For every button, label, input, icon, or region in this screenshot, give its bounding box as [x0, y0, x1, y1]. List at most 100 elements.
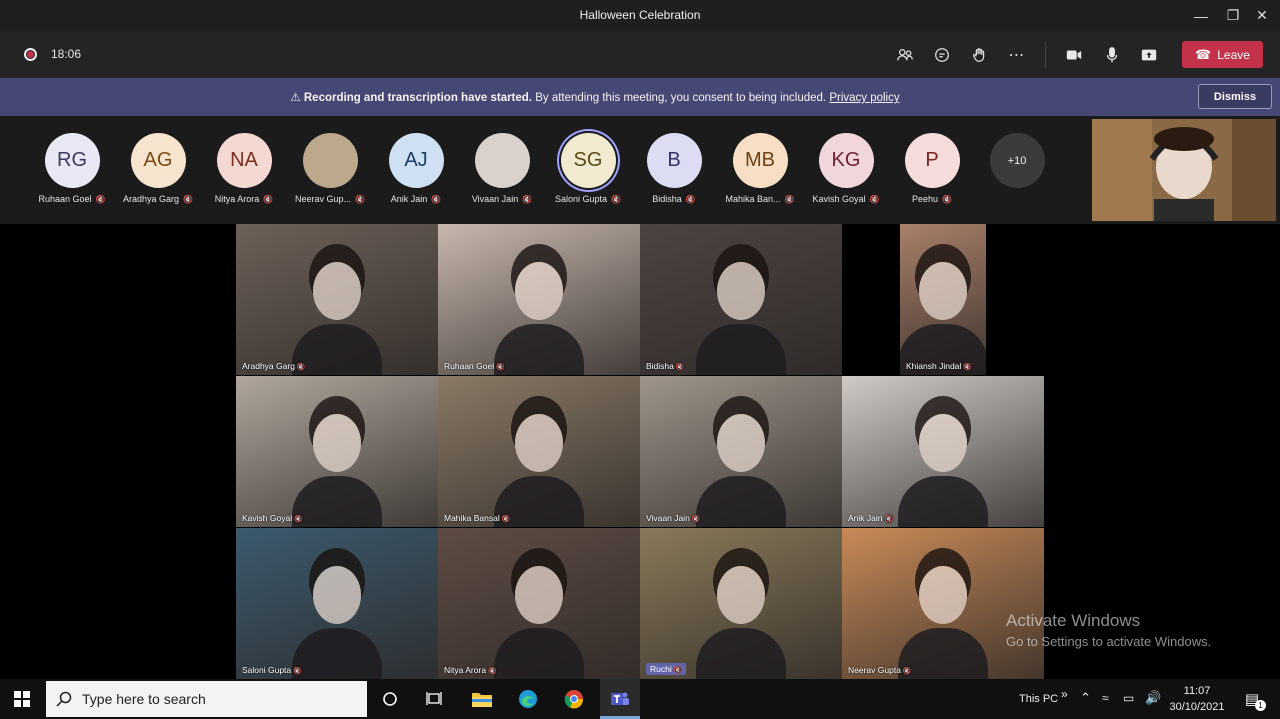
- participant-video-body: [494, 628, 584, 679]
- chat-icon: [935, 48, 949, 62]
- volume-icon[interactable]: 🔊: [1145, 690, 1161, 706]
- mic-muted-icon: 🔇: [355, 195, 365, 204]
- camera-button[interactable]: [1061, 42, 1087, 68]
- taskbar-search-box[interactable]: Type here to search: [46, 681, 367, 717]
- meeting-controls: 18:06 ⋯ ☎ Leave: [0, 31, 1280, 78]
- toolbar-divider: [1045, 42, 1046, 68]
- edge-browser-button[interactable]: [508, 679, 548, 719]
- participant-name: Mahika Ban... 🔇: [710, 194, 810, 204]
- participant-9[interactable]: MB Mahika Ban... 🔇: [710, 133, 810, 204]
- video-tile-name-text: Ruchi: [650, 664, 672, 674]
- video-tile-7[interactable]: Vivaan Jain 🔇: [640, 376, 842, 527]
- participant-name-text: Saloni Gupta: [554, 194, 608, 204]
- participant-name-text: Bidisha: [652, 194, 682, 204]
- video-tile-9[interactable]: Saloni Gupta 🔇: [236, 528, 438, 679]
- video-tile-name: Kavish Goyal 🔇: [242, 513, 303, 523]
- this-pc-toolbar[interactable]: This PC: [1019, 693, 1058, 705]
- participant-video-figure: [313, 262, 361, 320]
- participant-avatar: SG: [560, 133, 616, 188]
- more-participants[interactable]: +10: [967, 133, 1067, 188]
- video-tile-8[interactable]: Anik Jain 🔇: [842, 376, 1044, 527]
- participant-6[interactable]: Vivaan Jain 🔇: [452, 133, 552, 204]
- participant-2[interactable]: AG Aradhya Garg 🔇: [108, 133, 208, 204]
- participant-avatar: AJ: [388, 133, 444, 188]
- task-view-icon: [426, 692, 442, 705]
- participant-video-figure: [515, 566, 563, 624]
- participant-5[interactable]: AJ Anik Jain 🔇: [366, 133, 466, 204]
- participant-1[interactable]: RG Ruhaan Goel 🔇: [22, 133, 122, 204]
- video-tile-4[interactable]: Khiansh Jindal 🔇: [900, 224, 986, 375]
- video-tile-3[interactable]: Bidisha 🔇: [640, 224, 842, 375]
- mic-muted-icon: 🔇: [961, 364, 972, 371]
- mic-muted-icon: 🔇: [522, 195, 533, 204]
- battery-icon[interactable]: ▭: [1123, 691, 1134, 705]
- participant-avatar: P: [904, 133, 960, 188]
- participant-10[interactable]: KG Kavish Goyal 🔇: [796, 133, 896, 204]
- file-explorer-button[interactable]: [462, 679, 502, 719]
- participant-name-text: Vivaan Jain: [471, 194, 519, 204]
- video-tile-5[interactable]: Kavish Goyal 🔇: [236, 376, 438, 527]
- video-tile-10[interactable]: Nitya Arora 🔇: [438, 528, 640, 679]
- participant-photo-avatar: [302, 133, 358, 188]
- video-tile-name-text: Saloni Gupta: [242, 665, 292, 675]
- mic-muted-icon: 🔇: [431, 195, 442, 204]
- show-hidden-icons-chevron-icon[interactable]: ⌃: [1080, 690, 1091, 706]
- mic-muted-icon: 🔇: [95, 195, 106, 204]
- video-tile-name: Mahika Bansal 🔇: [444, 513, 510, 523]
- self-video-preview[interactable]: [1092, 119, 1276, 221]
- participant-name-text: Mahika Ban...: [725, 194, 781, 204]
- video-tile-name: Aradhya Garg 🔇: [242, 361, 306, 371]
- participant-8[interactable]: B Bidisha 🔇: [624, 133, 724, 204]
- participant-7[interactable]: SG Saloni Gupta 🔇: [538, 133, 638, 204]
- reactions-button[interactable]: [967, 42, 993, 68]
- people-icon: [897, 48, 913, 61]
- video-tile-2[interactable]: Ruhaan Goel 🔇: [438, 224, 640, 375]
- participant-name: Neerav Gup... 🔇: [280, 194, 380, 204]
- video-tile-name: Bidisha 🔇: [646, 361, 685, 371]
- more-participants-count[interactable]: +10: [989, 133, 1045, 188]
- close-button[interactable]: ✕: [1244, 0, 1280, 31]
- participant-4[interactable]: Neerav Gup... 🔇: [280, 133, 380, 204]
- teams-meeting-window: Halloween Celebration — ❐ ✕ 18:06 ⋯ ☎ Le…: [0, 0, 1280, 719]
- action-center-button[interactable]: ▤ 1: [1232, 679, 1272, 719]
- video-tile-11[interactable]: Ruchi 🔇: [640, 528, 842, 679]
- start-button[interactable]: [2, 679, 42, 719]
- participant-video-body: [292, 476, 382, 527]
- chrome-browser-button[interactable]: [554, 679, 594, 719]
- video-tile-6[interactable]: Mahika Bansal 🔇: [438, 376, 640, 527]
- taskbar-clock[interactable]: 11:07 30/10/2021: [1168, 683, 1226, 715]
- minimize-button[interactable]: —: [1183, 0, 1219, 31]
- wifi-icon[interactable]: ≈: [1102, 691, 1109, 705]
- participants-button[interactable]: [892, 42, 918, 68]
- window-title: Halloween Celebration: [579, 8, 701, 22]
- video-tile-1[interactable]: Aradhya Garg 🔇: [236, 224, 438, 375]
- video-tile-12[interactable]: Neerav Gupta 🔇: [842, 528, 1044, 679]
- windows-taskbar: Type here to search This PC » ⌃ ≈ ▭ 🔊 11…: [0, 679, 1280, 719]
- mic-muted-icon: 🔇: [685, 195, 696, 204]
- participant-video-body: [696, 476, 786, 527]
- mic-muted-icon: 🔇: [292, 516, 303, 523]
- search-placeholder: Type here to search: [82, 691, 206, 707]
- privacy-policy-link[interactable]: Privacy policy: [829, 92, 899, 104]
- chat-button[interactable]: [929, 42, 955, 68]
- toolbar-expand-icon[interactable]: »: [1061, 687, 1068, 701]
- leave-button[interactable]: ☎ Leave: [1182, 41, 1263, 68]
- teams-app-button[interactable]: [600, 679, 640, 719]
- microphone-button[interactable]: [1099, 42, 1125, 68]
- participant-3[interactable]: NA Nitya Arora 🔇: [194, 133, 294, 204]
- cortana-button[interactable]: [370, 679, 410, 719]
- notification-count: 1: [1255, 700, 1266, 711]
- task-view-button[interactable]: [414, 679, 454, 719]
- dismiss-button[interactable]: Dismiss: [1198, 84, 1272, 109]
- mic-muted-icon: 🔇: [673, 364, 685, 371]
- more-actions-button[interactable]: ⋯: [1004, 42, 1030, 68]
- self-video-image: [1092, 119, 1276, 221]
- mic-muted-icon: 🔇: [671, 667, 683, 674]
- participant-video-body: [696, 628, 786, 679]
- microphone-icon: [1106, 47, 1118, 63]
- teams-icon: [611, 692, 629, 705]
- participant-video-figure: [515, 262, 563, 320]
- share-screen-button[interactable]: [1136, 42, 1162, 68]
- hang-up-icon: ☎: [1195, 46, 1212, 62]
- meeting-timer: 18:06: [51, 47, 82, 61]
